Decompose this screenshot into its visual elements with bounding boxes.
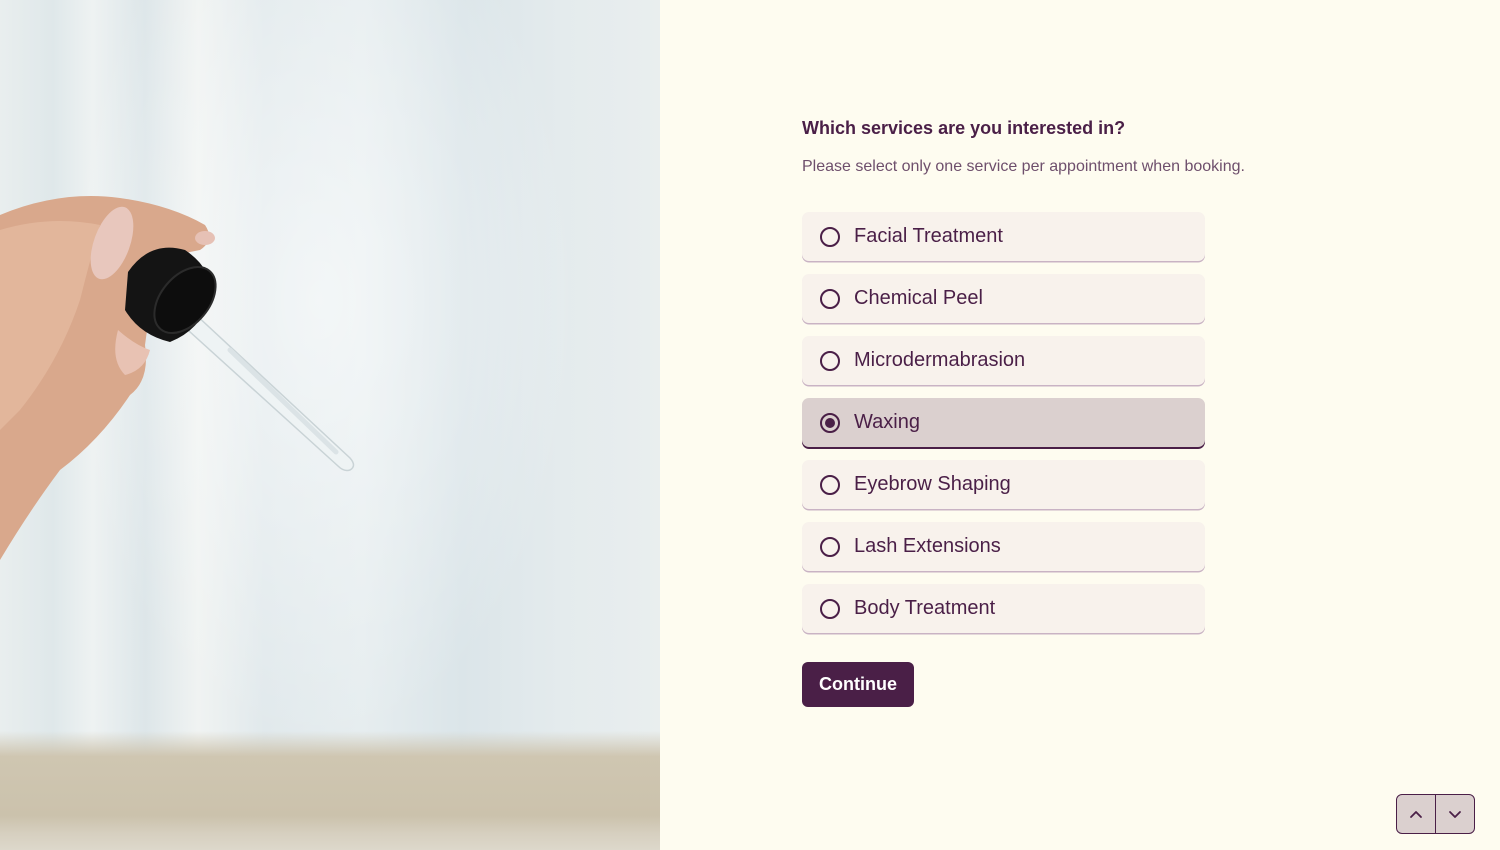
radio-icon[interactable] bbox=[820, 350, 840, 371]
service-options: Facial Treatment Chemical Peel Microderm… bbox=[802, 212, 1205, 633]
option-label: Chemical Peel bbox=[854, 287, 983, 309]
previous-question-button[interactable] bbox=[1397, 795, 1435, 833]
option-body-treatment[interactable]: Body Treatment bbox=[802, 584, 1205, 633]
option-label: Waxing bbox=[854, 411, 920, 433]
dropper-hand-illustration bbox=[0, 196, 355, 560]
service-form: Which services are you interested in? Pl… bbox=[802, 117, 1302, 707]
radio-icon[interactable] bbox=[820, 536, 840, 557]
option-eyebrow-shaping[interactable]: Eyebrow Shaping bbox=[802, 460, 1205, 509]
radio-icon[interactable] bbox=[820, 598, 840, 619]
option-lash-extensions[interactable]: Lash Extensions bbox=[802, 522, 1205, 571]
option-waxing[interactable]: Waxing bbox=[802, 398, 1205, 447]
radio-icon[interactable] bbox=[820, 288, 840, 309]
option-label: Eyebrow Shaping bbox=[854, 473, 1011, 495]
question-hint: Please select only one service per appoi… bbox=[802, 158, 1245, 175]
option-microdermabrasion[interactable]: Microdermabrasion bbox=[802, 336, 1205, 385]
radio-dot bbox=[825, 417, 835, 428]
radio-icon[interactable] bbox=[820, 226, 840, 247]
hero-image bbox=[0, 0, 660, 850]
option-facial-treatment[interactable]: Facial Treatment bbox=[802, 212, 1205, 261]
radio-icon[interactable] bbox=[820, 474, 840, 495]
continue-button[interactable]: Continue bbox=[802, 662, 914, 707]
option-label: Body Treatment bbox=[854, 597, 996, 619]
option-label: Facial Treatment bbox=[854, 225, 1003, 247]
option-label: Microdermabrasion bbox=[854, 349, 1026, 371]
chevron-down-icon bbox=[1449, 810, 1461, 818]
pipette bbox=[166, 298, 355, 472]
next-question-button[interactable] bbox=[1435, 795, 1474, 833]
chevron-up-icon bbox=[1410, 810, 1422, 818]
form-navigation bbox=[1396, 794, 1475, 834]
option-label: Lash Extensions bbox=[854, 535, 1001, 557]
radio-icon[interactable] bbox=[820, 412, 840, 433]
question-heading: Which services are you interested in? bbox=[802, 118, 1126, 138]
option-chemical-peel[interactable]: Chemical Peel bbox=[802, 274, 1205, 323]
